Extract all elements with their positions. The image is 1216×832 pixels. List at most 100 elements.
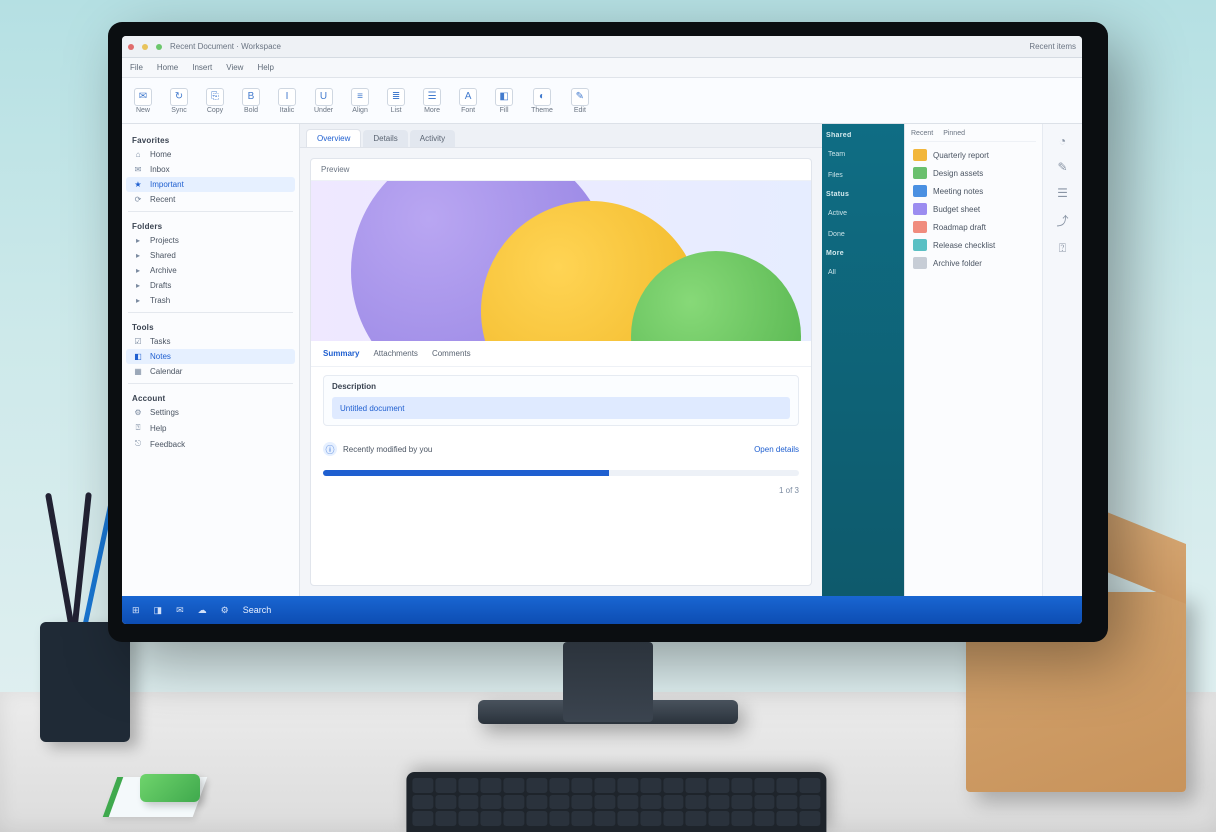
settings-icon[interactable]: ⚙ <box>221 605 229 616</box>
mail-icon[interactable]: ✉ <box>176 605 184 616</box>
info-row: ⓘ Recently modified by you Open details <box>323 442 799 456</box>
tab-activity[interactable]: Activity <box>410 130 455 147</box>
menu-item[interactable]: Insert <box>192 63 212 72</box>
title-field[interactable]: Untitled document <box>332 397 790 419</box>
sidebar-item[interactable]: ▸Trash <box>126 293 295 308</box>
sidebar-item[interactable]: ▦Calendar <box>126 364 295 379</box>
ribbon-button[interactable]: BBold <box>238 86 264 116</box>
tool-icon[interactable]: ⍰ <box>1059 241 1066 256</box>
sidebar-item[interactable]: ⍰Help <box>126 420 295 436</box>
cloud-icon[interactable]: ☁ <box>198 605 207 616</box>
sidebar-item[interactable]: ★Important <box>126 177 295 192</box>
info-icon: ⓘ <box>323 442 337 456</box>
rail-item[interactable]: Done <box>826 229 900 240</box>
close-dot[interactable] <box>128 44 134 50</box>
recent-panel: Recent Pinned Quarterly reportDesign ass… <box>904 124 1042 596</box>
sidebar-icon: ▸ <box>132 281 144 290</box>
sidebar-icon: ▸ <box>132 236 144 245</box>
ribbon-button[interactable]: UUnder <box>310 86 337 116</box>
sidebar-item[interactable]: ▸Archive <box>126 263 295 278</box>
recent-card[interactable]: Quarterly report <box>911 146 1036 164</box>
sidebar-item[interactable]: ⚙Settings <box>126 405 295 420</box>
recent-card[interactable]: Meeting notes <box>911 182 1036 200</box>
ribbon-button[interactable]: ☰More <box>419 86 445 116</box>
ribbon-button[interactable]: ◧Fill <box>491 86 517 116</box>
screen: Recent Document · Workspace Recent items… <box>122 36 1082 624</box>
rail-item[interactable]: Files <box>826 170 900 181</box>
monitor: Recent Document · Workspace Recent items… <box>108 22 1108 642</box>
menubar: File Home Insert View Help <box>122 58 1082 78</box>
tool-icon[interactable]: ⤴ <box>1056 212 1068 229</box>
tool-icon[interactable]: ◔ <box>1059 134 1066 148</box>
rail-item[interactable]: All <box>826 267 900 278</box>
ribbon-button[interactable]: ⎘Copy <box>202 86 228 116</box>
tab-details[interactable]: Details <box>363 130 407 147</box>
ribbon-button[interactable]: IItalic <box>274 86 300 116</box>
ribbon-icon: I <box>278 88 296 106</box>
subtab[interactable]: Comments <box>432 349 471 358</box>
menu-item[interactable]: View <box>226 63 243 72</box>
recent-tab[interactable]: Pinned <box>943 130 965 137</box>
sidebar-icon: ⌂ <box>132 150 144 159</box>
menu-item[interactable]: File <box>130 63 143 72</box>
sidebar-icon: ▸ <box>132 251 144 260</box>
eraser <box>140 774 200 802</box>
subtab[interactable]: Summary <box>323 349 359 358</box>
max-dot[interactable] <box>156 44 162 50</box>
ribbon-button[interactable]: AFont <box>455 86 481 116</box>
details-link[interactable]: Open details <box>754 445 799 454</box>
recent-card[interactable]: Archive folder <box>911 254 1036 272</box>
sidebar-item[interactable]: ⟳Recent <box>126 192 295 207</box>
sidebar-icon: ✉ <box>132 165 144 174</box>
main-content: Overview Details Activity Preview Summar… <box>300 124 822 596</box>
explorer-icon[interactable]: ◨ <box>154 605 163 616</box>
sidebar-item[interactable]: ⌂ Home <box>126 147 295 162</box>
sidebar-item[interactable]: ▸Drafts <box>126 278 295 293</box>
sidebar-label: Archive <box>150 266 177 275</box>
ribbon-button[interactable]: ↻Sync <box>166 86 192 116</box>
recent-card[interactable]: Design assets <box>911 164 1036 182</box>
recent-card[interactable]: Budget sheet <box>911 200 1036 218</box>
section-header: Folders <box>126 216 295 233</box>
ribbon-button[interactable]: ✎Edit <box>567 86 593 116</box>
tab-overview[interactable]: Overview <box>306 129 361 147</box>
sidebar-item[interactable]: ▸Projects <box>126 233 295 248</box>
recent-card[interactable]: Release checklist <box>911 236 1036 254</box>
sidebar-icon: ⚙ <box>132 408 144 417</box>
tool-icon[interactable]: ✎ <box>1057 160 1067 174</box>
sidebar-item[interactable]: ◧Notes <box>126 349 295 364</box>
sidebar-item[interactable]: ✉Inbox <box>126 162 295 177</box>
ribbon-icon: ✉ <box>134 88 152 106</box>
pager: 1 of 3 <box>311 482 811 503</box>
min-dot[interactable] <box>142 44 148 50</box>
sidebar-item[interactable]: ☑Tasks <box>126 334 295 349</box>
sidebar-icon: ⟳ <box>132 195 144 204</box>
sidebar-icon: ◧ <box>132 352 144 361</box>
sidebar-item[interactable]: ⎋Feedback <box>126 436 295 452</box>
color-swatch <box>913 167 927 179</box>
ribbon-label: Edit <box>574 107 586 114</box>
rail-item[interactable]: Team <box>826 149 900 160</box>
card-label: Meeting notes <box>933 187 983 196</box>
sidebar-icon: ⎋ <box>132 439 144 449</box>
subtab[interactable]: Attachments <box>373 349 417 358</box>
ribbon-button[interactable]: ≣List <box>383 86 409 116</box>
start-icon[interactable]: ⊞ <box>132 605 140 616</box>
sidebar-item[interactable]: ▸Shared <box>126 248 295 263</box>
color-swatch <box>913 185 927 197</box>
ribbon-button[interactable]: ✉New <box>130 86 156 116</box>
recent-tab[interactable]: Recent <box>911 130 933 137</box>
menu-item[interactable]: Help <box>257 63 273 72</box>
ribbon-icon: ✎ <box>571 88 589 106</box>
section-header: Tools <box>126 317 295 334</box>
sidebar-label: Home <box>150 150 171 159</box>
tool-icon[interactable]: ☰ <box>1057 186 1068 200</box>
menu-item[interactable]: Home <box>157 63 178 72</box>
ribbon-label: Align <box>352 107 368 114</box>
ribbon-button[interactable]: ≡Align <box>347 86 373 116</box>
recent-card[interactable]: Roadmap draft <box>911 218 1036 236</box>
rail-item[interactable]: Active <box>826 208 900 219</box>
ribbon-button[interactable]: ◐Theme <box>527 86 557 116</box>
sidebar-label: Important <box>150 180 184 189</box>
section-header: Account <box>126 388 295 405</box>
